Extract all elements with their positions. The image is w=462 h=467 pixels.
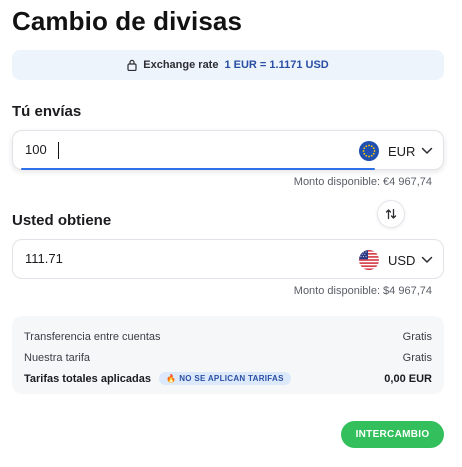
- exchange-rate-banner: Exchange rate 1 EUR = 1.1171 USD: [12, 50, 444, 80]
- swap-icon: [385, 208, 397, 220]
- lock-icon: [127, 59, 137, 71]
- receive-available-balance: Monto disponible: $4 967,74: [293, 285, 432, 297]
- no-fees-badge: 🔥 NO SE APLICAN TARIFAS: [158, 372, 291, 385]
- send-currency-select[interactable]: EUR: [359, 141, 433, 161]
- fee-label: Transferencia entre cuentas: [24, 330, 161, 343]
- total-fees-label: Tarifas totales aplicadas: [24, 372, 151, 385]
- total-fees-value: 0,00 EUR: [384, 372, 432, 385]
- eu-flag-icon: [359, 141, 379, 161]
- fee-row-transfer: Transferencia entre cuentas Gratis: [24, 326, 432, 347]
- chevron-down-icon: [421, 256, 433, 263]
- exchange-button[interactable]: INTERCAMBIO: [341, 421, 444, 448]
- exchange-rate-label: Exchange rate: [143, 59, 219, 71]
- receive-currency-select[interactable]: USD: [359, 250, 433, 270]
- send-amount-field[interactable]: 100 EUR: [12, 130, 444, 170]
- fees-summary: Transferencia entre cuentas Gratis Nuest…: [12, 316, 444, 394]
- no-fees-badge-text: NO SE APLICAN TARIFAS: [179, 374, 284, 383]
- receive-label: Usted obtiene: [12, 212, 112, 229]
- swap-currencies-button[interactable]: [377, 200, 405, 228]
- receive-amount-field[interactable]: 111.71 USD: [12, 239, 444, 279]
- fee-row-total: Tarifas totales aplicadas 🔥 NO SE APLICA…: [24, 368, 432, 389]
- focus-underline: [21, 168, 375, 170]
- fee-value: Gratis: [402, 351, 432, 364]
- page-title: Cambio de divisas: [12, 6, 242, 36]
- send-label: Tú envías: [12, 103, 82, 120]
- fee-row-our-fee: Nuestra tarifa Gratis: [24, 347, 432, 368]
- send-available-balance: Monto disponible: €4 967,74: [293, 176, 432, 188]
- send-amount-input[interactable]: 100: [25, 142, 47, 157]
- us-flag-icon: [359, 250, 379, 270]
- fire-icon: 🔥: [165, 374, 177, 383]
- send-currency-code: EUR: [388, 143, 416, 159]
- receive-currency-code: USD: [388, 252, 416, 268]
- fee-value: Gratis: [402, 330, 432, 343]
- receive-amount-input[interactable]: 111.71: [25, 251, 63, 266]
- fee-label: Nuestra tarifa: [24, 351, 91, 364]
- exchange-rate-value: 1 EUR = 1.1171 USD: [224, 59, 329, 71]
- text-caret: [58, 142, 59, 159]
- chevron-down-icon: [421, 147, 433, 154]
